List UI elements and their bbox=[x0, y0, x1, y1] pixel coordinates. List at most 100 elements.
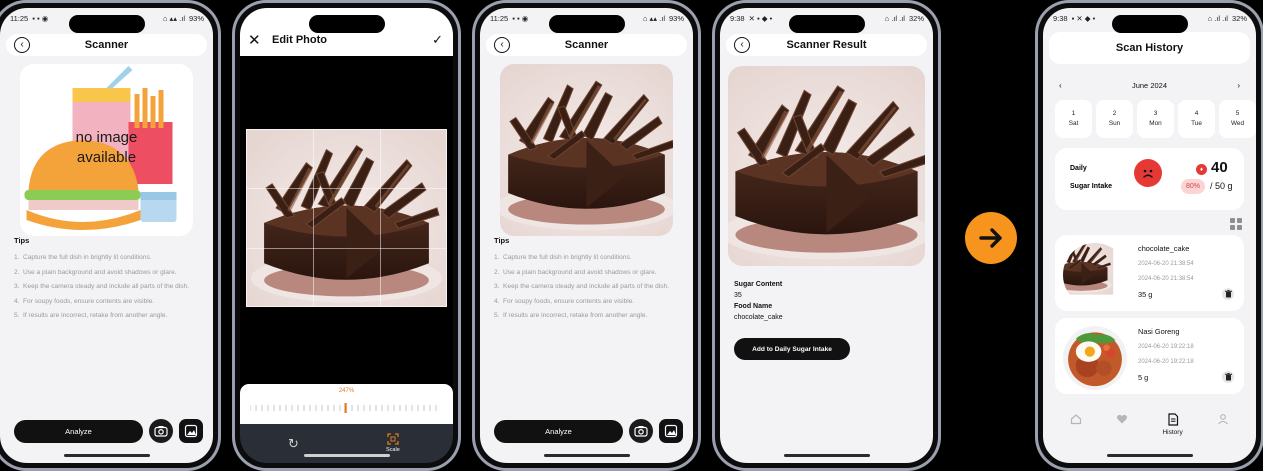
scale-thumb bbox=[344, 403, 347, 413]
tip-item: 2. Use a plain background and avoid shado… bbox=[494, 268, 657, 276]
food-thumbnail bbox=[1063, 326, 1127, 390]
notification-icons: ▪ ▪ ◉ bbox=[512, 13, 529, 23]
intake-limit: / 50 g bbox=[1210, 181, 1233, 191]
day-item[interactable]: 4 Tue bbox=[1178, 100, 1215, 138]
header: ‹ Scanner bbox=[6, 34, 207, 56]
tip-item: 1. Capture the full dish in brightly lit … bbox=[494, 254, 632, 261]
arrow-right-icon bbox=[979, 228, 1002, 248]
scale-slider[interactable] bbox=[250, 403, 440, 413]
tip-item: 5. If results are incorrect, retake from … bbox=[494, 312, 648, 320]
check-icon: ✓ bbox=[432, 32, 443, 47]
camera-button[interactable] bbox=[149, 419, 173, 443]
back-button[interactable]: ‹ bbox=[734, 37, 750, 53]
day-item[interactable]: 5 Wed bbox=[1219, 100, 1256, 138]
delete-button[interactable] bbox=[1222, 371, 1234, 383]
day-item[interactable]: 1 Sat bbox=[1055, 100, 1092, 138]
day-item[interactable]: 3 Mon bbox=[1137, 100, 1174, 138]
cake-photo bbox=[728, 66, 925, 266]
header: ‹ Scanner bbox=[486, 34, 687, 56]
gallery-button[interactable] bbox=[659, 419, 683, 443]
page-title: Edit Photo bbox=[272, 34, 327, 46]
timestamp: 2024-06-20 21:38:54 bbox=[1138, 276, 1194, 282]
camera-button[interactable] bbox=[629, 419, 653, 443]
home-indicator bbox=[543, 454, 630, 457]
tips-section: Tips 1. Capture the full dish in brightly… bbox=[494, 236, 679, 326]
result-info: Sugar Content 35 Food Name chocolate_cak… bbox=[734, 280, 783, 323]
tip-item: 4. For soupy foods, ensure contents are v… bbox=[14, 297, 155, 305]
intake-value: 40 bbox=[1211, 159, 1228, 176]
sugar-drop-icon: ♦ bbox=[1196, 164, 1207, 175]
dynamic-island bbox=[308, 15, 385, 33]
nav-favorites[interactable] bbox=[1116, 413, 1128, 425]
placeholder-text-line2: available bbox=[76, 149, 137, 167]
flow-arrow bbox=[965, 212, 1017, 264]
selected-photo[interactable] bbox=[500, 64, 673, 236]
placeholder-text-line1: no image bbox=[75, 129, 138, 146]
analyze-button[interactable]: Analyze bbox=[14, 419, 143, 443]
back-button[interactable]: ‹ bbox=[494, 37, 510, 53]
food-name: chocolate_cake bbox=[1138, 244, 1190, 253]
chevron-left-icon: ‹ bbox=[1059, 80, 1062, 90]
gallery-button[interactable] bbox=[179, 419, 203, 443]
day-strip: 1 Sat 2 Sun 3 Mon 4 Tue 5 Wed bbox=[1055, 100, 1256, 140]
analyze-button[interactable]: Analyze bbox=[494, 419, 623, 443]
scale-tool-label: Scale bbox=[386, 447, 400, 453]
gallery-icon bbox=[664, 424, 678, 438]
nav-home[interactable] bbox=[1070, 413, 1082, 425]
status-battery: 32% bbox=[908, 13, 924, 23]
prev-month-button[interactable]: ‹ bbox=[1059, 81, 1062, 90]
header: ‹ Scanner Result bbox=[726, 34, 927, 56]
document-icon bbox=[1167, 413, 1178, 426]
food-thumbnail bbox=[1063, 243, 1127, 307]
dynamic-island bbox=[68, 15, 145, 33]
food-name-label: Food Name bbox=[734, 302, 773, 310]
home-indicator bbox=[63, 454, 150, 457]
add-to-intake-button[interactable]: Add to Daily Sugar Intake bbox=[734, 338, 850, 360]
edit-toolbar: ↻ Scale bbox=[240, 424, 453, 463]
tips-title: Tips bbox=[14, 236, 30, 245]
tips-section: Tips 1. Capture the full dish in brightly… bbox=[14, 236, 199, 326]
grid-view-icon[interactable] bbox=[1230, 218, 1242, 230]
next-month-button[interactable]: › bbox=[1237, 81, 1240, 90]
close-button[interactable]: ✕ bbox=[248, 31, 261, 49]
page-title: Scanner bbox=[564, 39, 609, 51]
image-placeholder[interactable]: no image available bbox=[20, 64, 193, 236]
nav-history-label: History bbox=[1162, 429, 1183, 436]
camera-icon bbox=[634, 426, 648, 437]
header: Scan History bbox=[1049, 32, 1250, 64]
food-name-value: chocolate_cake bbox=[734, 313, 783, 321]
showcase-stage: 11:25 ▪ ▪ ◉ ⌂ ▴▴ .ıl 93% ‹ Scanner no im… bbox=[0, 0, 1263, 471]
sugar-amount: 5 g bbox=[1138, 373, 1149, 382]
edit-canvas bbox=[240, 56, 453, 384]
history-item[interactable]: chocolate_cake 2024-06-20 21:38:54 2024-… bbox=[1055, 235, 1244, 311]
confirm-button[interactable]: ✓ bbox=[432, 32, 443, 48]
day-item[interactable]: 2 Sun bbox=[1096, 100, 1133, 138]
daily-intake-card: Daily Sugar Intake ♦ 40 80% / 50 g bbox=[1055, 148, 1244, 210]
status-battery: 93% bbox=[668, 13, 684, 23]
delete-button[interactable] bbox=[1222, 288, 1234, 300]
status-battery: 32% bbox=[1231, 13, 1247, 23]
crop-area[interactable] bbox=[246, 129, 447, 307]
history-item[interactable]: Nasi Goreng 2024-06-20 19:22:18 2024-06-… bbox=[1055, 318, 1244, 394]
notification-icons: ✕ ▪ ◆ • bbox=[748, 13, 773, 23]
tip-item: 3. Keep the camera steady and include all… bbox=[494, 283, 670, 291]
arrow-left-icon: ‹ bbox=[500, 39, 504, 50]
nav-history[interactable]: History bbox=[1162, 413, 1183, 436]
sugar-content-value: 35 bbox=[734, 291, 742, 299]
camera-icon bbox=[154, 426, 168, 437]
scale-panel: 247% bbox=[240, 384, 453, 424]
dynamic-island bbox=[788, 15, 865, 33]
tip-item: 4. For soupy foods, ensure contents are v… bbox=[494, 297, 635, 305]
tips-list: 1. Capture the full dish in brightly lit … bbox=[14, 253, 199, 321]
dynamic-island bbox=[1111, 15, 1188, 33]
back-button[interactable]: ‹ bbox=[14, 37, 30, 53]
nav-profile[interactable] bbox=[1217, 413, 1229, 425]
dynamic-island bbox=[548, 15, 625, 33]
status-time: 9:38 bbox=[1053, 13, 1068, 23]
daily-label: Daily bbox=[1070, 165, 1087, 172]
scale-tool-button[interactable]: Scale bbox=[386, 433, 400, 453]
rotate-button[interactable]: ↻ bbox=[288, 436, 299, 452]
month-label: June 2024 bbox=[1131, 80, 1168, 90]
status-time: 9:38 bbox=[730, 13, 745, 23]
home-indicator bbox=[1106, 454, 1193, 457]
